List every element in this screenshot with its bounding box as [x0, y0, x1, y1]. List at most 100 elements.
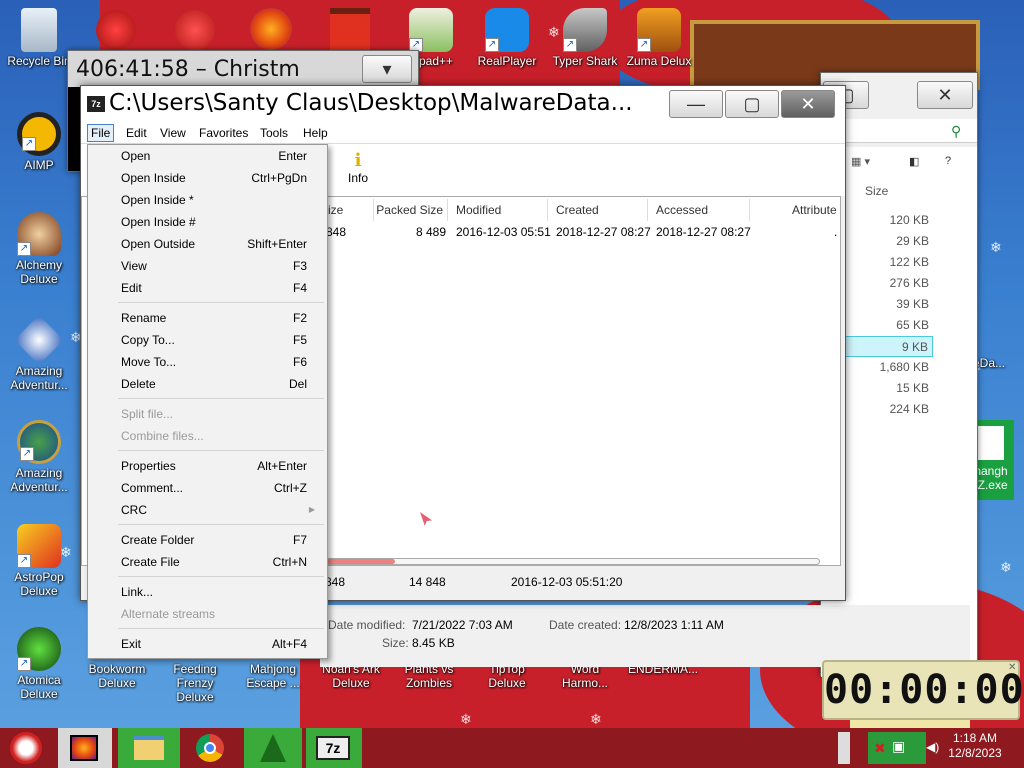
taskbar-firefox[interactable] — [58, 728, 112, 768]
menu-item-open-inside[interactable]: Open Inside # — [88, 211, 327, 233]
menu-item-exit[interactable]: Exit Alt+F4 — [88, 633, 327, 655]
date-modified-label: Date modified: — [328, 618, 406, 632]
desktop-icon-label: Amazing Adventur... — [10, 364, 68, 392]
desktop-icon-atomica[interactable]: ↗ Atomica Deluxe — [2, 627, 76, 701]
menu-item-comment[interactable]: Comment... Ctrl+Z — [88, 477, 327, 499]
explorer-close-button[interactable]: ✕ — [917, 81, 973, 109]
desktop-icon-realplayer[interactable]: ↗ RealPlayer — [470, 8, 544, 68]
desktop-icon-alchemy[interactable]: ↗ Alchemy Deluxe — [2, 212, 76, 286]
amazing-adventures-2-icon: ↗ — [17, 420, 61, 464]
timer-widget[interactable]: 00:00:00 — [822, 660, 1024, 720]
close-button[interactable]: ✕ — [781, 90, 835, 118]
desktop-icon-label: RealPlayer — [477, 54, 537, 68]
menu-item-shortcut: Enter — [278, 149, 307, 163]
explorer-size-cell[interactable]: 276 KB — [845, 273, 933, 294]
menu-item-move-to[interactable]: Move To... F6 — [88, 351, 327, 373]
clock-date: 12/8/2023 — [948, 746, 1002, 760]
help-icon[interactable]: ? — [945, 155, 951, 167]
menu-item-label: Split file... — [121, 407, 174, 421]
network-icon[interactable]: ▣ — [892, 738, 905, 755]
shrine-icon[interactable] — [330, 8, 370, 50]
horizontal-scrollbar[interactable] — [326, 558, 820, 565]
start-button[interactable] — [0, 728, 52, 768]
taskbar-clock[interactable]: 1:18 AM 12/8/2023 — [930, 731, 1020, 761]
tray-item[interactable] — [838, 732, 850, 764]
menu-item-shortcut: Ctrl+Z — [274, 481, 307, 495]
7zip-titlebar[interactable]: 7z C:\Users\Santy Claus\Desktop\MalwareD… — [81, 86, 845, 122]
7zip-icon: 7z — [316, 736, 350, 760]
view-icon[interactable]: ▦ ▾ — [851, 155, 870, 168]
desktop-icon-bookworm[interactable]: Bookworm Deluxe — [80, 662, 154, 690]
menu-item-create-folder[interactable]: Create Folder F7 — [88, 529, 327, 551]
taskbar-file-explorer[interactable] — [118, 728, 180, 768]
desktop-icon-amazing-adventures-2[interactable]: ↗ Amazing Adventur... — [2, 420, 76, 494]
size-column-header[interactable]: Size — [865, 184, 888, 198]
santa-start-icon — [10, 732, 42, 764]
taskbar-chrome[interactable] — [184, 728, 240, 768]
menu-file[interactable]: File — [87, 124, 115, 142]
file-menu-dropdown[interactable]: Open Enter Open Inside Ctrl+PgDn Open Inside… — [87, 144, 328, 659]
menu-help[interactable]: Help — [300, 125, 331, 141]
scrollbar-thumb[interactable] — [327, 559, 395, 564]
desktop-icon-feeding-frenzy[interactable]: Feeding Frenzy Deluxe — [158, 662, 232, 704]
desktop-icon-astropop[interactable]: ↗ AstroPop Deluxe — [2, 524, 76, 598]
desktop-icon-mahjong[interactable]: Mahjong Escape ... — [236, 662, 310, 690]
menu-favorites[interactable]: Favorites — [196, 125, 251, 141]
astropop-icon: ↗ — [17, 524, 61, 568]
taskbar-tree-app[interactable] — [244, 728, 302, 768]
menu-separator — [118, 628, 324, 629]
menu-item-rename[interactable]: Rename F2 — [88, 307, 327, 329]
explorer-size-cell[interactable]: 122 KB — [845, 252, 933, 273]
explorer-size-cell[interactable]: 224 KB — [845, 399, 933, 420]
realplayer-icon: ↗ — [485, 8, 529, 52]
explorer-size-cell[interactable]: 29 KB — [845, 231, 933, 252]
taskbar-7zip[interactable]: 7z — [306, 728, 362, 768]
minimize-button[interactable]: — — [669, 90, 723, 118]
menu-item-create-file[interactable]: Create File Ctrl+N — [88, 551, 327, 573]
info-button[interactable]: i Info — [343, 150, 373, 185]
explorer-size-cell[interactable]: 39 KB — [845, 294, 933, 315]
menu-item-link[interactable]: Link... — [88, 581, 327, 603]
menu-bar: File Edit View Favorites Tools Help — [81, 122, 845, 144]
row-packed-size: 8 489 — [416, 225, 447, 239]
desktop-icon-zuma[interactable]: ↗ Zuma Delux — [622, 8, 696, 68]
menu-edit[interactable]: Edit — [123, 125, 150, 141]
menu-view[interactable]: View — [157, 125, 189, 141]
desktop-icon-aimp[interactable]: ↗ AIMP — [2, 112, 76, 172]
tray-icons[interactable]: ✖ ▣ ◀) — [868, 732, 939, 764]
explorer-size-cell[interactable]: 9 KB — [845, 336, 933, 357]
menu-item-edit[interactable]: Edit F4 — [88, 277, 327, 299]
menu-separator — [118, 576, 324, 577]
explorer-size-cell[interactable]: 120 KB — [845, 210, 933, 231]
desktop-icon-recycle-bin[interactable]: Recycle Bin — [2, 8, 76, 68]
menu-item-view[interactable]: View F3 — [88, 255, 327, 277]
search-icon[interactable]: ⚲ — [951, 123, 961, 140]
pane-icon[interactable]: ◧ — [909, 155, 919, 168]
menu-item-crc[interactable]: CRC ▶ — [88, 499, 327, 521]
countdown-minimize-button[interactable]: ▾ — [362, 55, 412, 83]
menu-item-properties[interactable]: Properties Alt+Enter — [88, 455, 327, 477]
maximize-button[interactable]: ▢ — [725, 90, 779, 118]
network-error-icon[interactable]: ✖ — [874, 740, 886, 757]
explorer-size-cell[interactable]: 15 KB — [845, 378, 933, 399]
game-icon[interactable] — [96, 10, 136, 50]
menu-item-copy-to[interactable]: Copy To... F5 — [88, 329, 327, 351]
menu-separator — [118, 450, 324, 451]
menu-item-open[interactable]: Open Enter — [88, 145, 327, 167]
menu-item-label: Copy To... — [121, 333, 175, 347]
menu-item-open-inside[interactable]: Open Inside * — [88, 189, 327, 211]
menu-item-open-outside[interactable]: Open Outside Shift+Enter — [88, 233, 327, 255]
menu-item-delete[interactable]: Delete Del — [88, 373, 327, 395]
firefox-icon[interactable] — [250, 8, 292, 50]
explorer-size-cell[interactable]: 65 KB — [845, 315, 933, 336]
desktop-icon-typer-shark[interactable]: ↗ Typer Shark — [548, 8, 622, 68]
menu-item-open-inside[interactable]: Open Inside Ctrl+PgDn — [88, 167, 327, 189]
timer-close-icon[interactable]: ✕ — [1008, 662, 1016, 673]
explorer-size-cell[interactable]: 1,680 KB — [845, 357, 933, 378]
desktop-icon-amazing-adventures[interactable]: Amazing Adventur... — [2, 315, 76, 392]
game-icon[interactable] — [175, 10, 215, 50]
desktop-icon-label: Feeding Frenzy Deluxe — [173, 662, 217, 704]
menu-item-shortcut: F2 — [292, 311, 307, 325]
desktop-icon-label: Typer Shark — [552, 54, 618, 68]
menu-tools[interactable]: Tools — [257, 125, 291, 141]
